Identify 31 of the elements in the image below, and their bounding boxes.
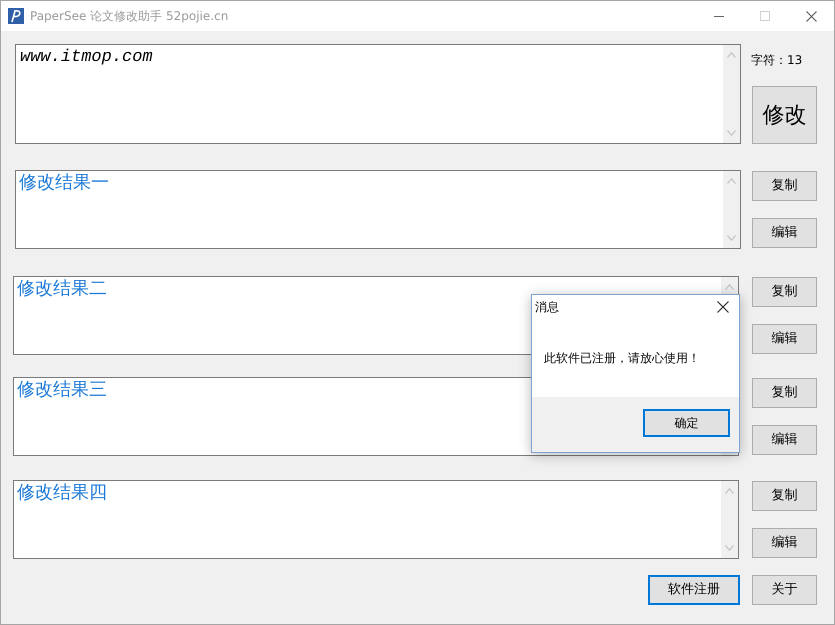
text-area[interactable]: 修改结果一 (15, 170, 741, 249)
copy-button[interactable]: 复制 (752, 171, 817, 201)
ok-button[interactable]: 确定 (643, 409, 730, 437)
chevron-up-icon[interactable] (727, 52, 736, 58)
scrollbar[interactable] (723, 171, 740, 248)
about-button[interactable]: 关于 (752, 575, 817, 605)
edit-button[interactable]: 编辑 (752, 218, 817, 248)
chevron-up-icon[interactable] (727, 178, 736, 184)
char-count-label: 字符：13 (751, 52, 804, 68)
logo-icon (8, 8, 24, 24)
text-area[interactable]: www.itmop.com (15, 44, 741, 144)
close-icon[interactable] (806, 10, 816, 22)
scrollbar[interactable] (723, 45, 740, 143)
chevron-down-icon[interactable] (727, 235, 736, 241)
chevron-down-icon[interactable] (725, 545, 734, 551)
copy-button[interactable]: 复制 (752, 277, 817, 307)
chevron-up-icon[interactable] (725, 284, 734, 290)
window-title: PaperSee 论文修改助手 52pojie.cn (30, 8, 228, 25)
register-button[interactable]: 软件注册 (648, 575, 740, 605)
edit-button[interactable]: 编辑 (752, 324, 817, 354)
scrollbar[interactable] (721, 481, 738, 558)
chevron-up-icon[interactable] (725, 488, 734, 494)
copy-button[interactable]: 复制 (752, 378, 817, 408)
copy-button[interactable]: 复制 (752, 481, 817, 511)
modify-button[interactable]: 修改 (752, 86, 817, 144)
close-icon[interactable] (717, 301, 729, 313)
text-area[interactable]: 修改结果四 (13, 480, 739, 559)
edit-button[interactable]: 编辑 (752, 528, 817, 558)
dialog-title: 消息 (535, 299, 559, 316)
edit-button[interactable]: 编辑 (752, 425, 817, 455)
chevron-down-icon[interactable] (727, 130, 736, 136)
